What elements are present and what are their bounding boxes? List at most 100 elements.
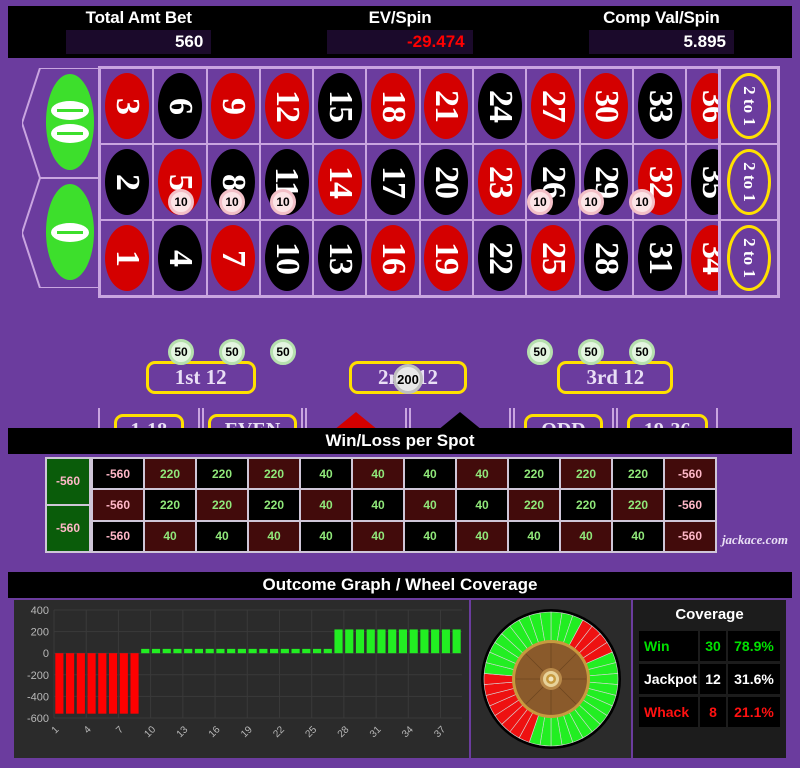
chip-200[interactable]: 200 bbox=[393, 364, 423, 394]
number-oval: 9 bbox=[211, 73, 256, 139]
chip-50[interactable]: 50 bbox=[527, 339, 553, 365]
stat-value: 5.895 bbox=[683, 32, 726, 51]
number-label: 33 bbox=[641, 90, 679, 122]
coverage-label: Win bbox=[639, 631, 698, 661]
winloss-cell: 40 bbox=[457, 490, 507, 520]
bet-cell-0[interactable] bbox=[40, 178, 100, 286]
bet-cell-2[interactable]: 2 bbox=[101, 145, 153, 219]
bet-cell-24[interactable]: 24 bbox=[474, 69, 526, 143]
chip-10[interactable]: 10 bbox=[270, 189, 296, 215]
bet-cell-6[interactable]: 6 bbox=[154, 69, 206, 143]
winloss-cell: -560 bbox=[665, 490, 715, 520]
bet-cell-23[interactable]: 23 bbox=[474, 145, 526, 219]
chip-10[interactable]: 10 bbox=[578, 189, 604, 215]
stat-value: -29.474 bbox=[406, 32, 465, 51]
bet-cell-28[interactable]: 28 bbox=[580, 221, 632, 295]
bet-cell-12[interactable]: 12 bbox=[260, 69, 313, 143]
column-bet-grid: 2 to 1 2 to 1 2 to 1 bbox=[718, 66, 780, 298]
number-oval: 13 bbox=[317, 225, 362, 291]
number-label: 7 bbox=[215, 250, 253, 266]
chip-50[interactable]: 50 bbox=[629, 339, 655, 365]
column-bet-label: 2 to 1 bbox=[740, 86, 760, 126]
bet-cell-00[interactable] bbox=[40, 68, 100, 176]
bet-cell-10[interactable]: 10 bbox=[260, 221, 313, 295]
dozen-bet-label: 3rd 12 bbox=[557, 360, 674, 394]
coverage-row-jackpot: Jackpot 12 31.6% bbox=[633, 664, 786, 697]
chip-10[interactable]: 10 bbox=[527, 189, 553, 215]
number-oval: 28 bbox=[584, 225, 629, 291]
winloss-cell: 220 bbox=[509, 490, 559, 520]
column-bets: 2 to 1 2 to 1 2 to 1 bbox=[718, 66, 780, 298]
winloss-zero-cell: -560 bbox=[47, 459, 89, 504]
winloss-cell: 40 bbox=[405, 490, 455, 520]
bet-cell-7[interactable]: 7 bbox=[207, 221, 259, 295]
winloss-cell: 40 bbox=[353, 521, 403, 551]
winloss-cell: 40 bbox=[561, 521, 611, 551]
winloss-cell: 220 bbox=[145, 459, 195, 489]
bet-cell-3[interactable]: 3 bbox=[101, 69, 153, 143]
wheel-coverage-graphic bbox=[471, 600, 631, 758]
chip-50[interactable]: 50 bbox=[270, 339, 296, 365]
number-label: 1 bbox=[108, 250, 146, 266]
bet-cell-25[interactable]: 25 bbox=[527, 221, 579, 295]
bet-cell-21[interactable]: 21 bbox=[420, 69, 473, 143]
bet-cell-18[interactable]: 18 bbox=[367, 69, 419, 143]
column-bet-ring: 2 to 1 bbox=[727, 73, 771, 139]
bet-cell-20[interactable]: 20 bbox=[420, 145, 473, 219]
number-oval: 24 bbox=[477, 73, 522, 139]
column-bet-1[interactable]: 2 to 1 bbox=[721, 69, 777, 143]
outcome-graph-title: Outcome Graph / Wheel Coverage bbox=[8, 572, 792, 598]
chip-50[interactable]: 50 bbox=[578, 339, 604, 365]
column-bet-ring: 2 to 1 bbox=[727, 149, 771, 215]
bet-cell-1[interactable]: 1 bbox=[101, 221, 153, 295]
chip-50[interactable]: 50 bbox=[168, 339, 194, 365]
stat-label: Total Amt Bet bbox=[85, 8, 192, 27]
bet-cell-15[interactable]: 15 bbox=[314, 69, 366, 143]
winloss-cell: 220 bbox=[561, 459, 611, 489]
svg-text:7: 7 bbox=[114, 724, 126, 736]
bet-cell-30[interactable]: 30 bbox=[580, 69, 632, 143]
winloss-table: -560 -560 -560 220 220 220 40 40 40 40 220 220 220-… bbox=[45, 457, 717, 553]
svg-text:400: 400 bbox=[31, 605, 49, 617]
bet-cell-31[interactable]: 31 bbox=[633, 221, 686, 295]
bet-cell-22[interactable]: 22 bbox=[474, 221, 526, 295]
bet-cell-16[interactable]: 16 bbox=[367, 221, 419, 295]
dozen-bet-3[interactable]: 3rd 12 bbox=[513, 360, 718, 394]
bet-cell-14[interactable]: 14 bbox=[314, 145, 366, 219]
column-bet-3[interactable]: 2 to 1 bbox=[721, 221, 777, 295]
coverage-row-win: Win 30 78.9% bbox=[633, 631, 786, 664]
chip-10[interactable]: 10 bbox=[168, 189, 194, 215]
bet-cell-4[interactable]: 4 bbox=[154, 221, 206, 295]
stat-ev-per-spin: EV/Spin -29.474 bbox=[269, 6, 530, 58]
bet-cell-9[interactable]: 9 bbox=[207, 69, 259, 143]
winloss-grid: -560 220 220 220 40 40 40 40 220 220 220 -560 -560 22… bbox=[91, 457, 717, 553]
dozen-bet-1[interactable]: 1st 12 bbox=[98, 360, 303, 394]
coverage-label: Whack bbox=[639, 697, 698, 727]
bet-cell-13[interactable]: 13 bbox=[314, 221, 366, 295]
number-label: 28 bbox=[588, 242, 626, 274]
stat-value-box: 560 bbox=[66, 30, 212, 54]
bet-cell-33[interactable]: 33 bbox=[633, 69, 686, 143]
winloss-cell: -560 bbox=[93, 459, 143, 489]
svg-text:22: 22 bbox=[271, 724, 287, 740]
number-label: 25 bbox=[535, 242, 573, 274]
winloss-zero-cell: -560 bbox=[47, 505, 89, 551]
svg-text:10: 10 bbox=[142, 724, 158, 740]
chip-10[interactable]: 10 bbox=[219, 189, 245, 215]
winloss-cell: 220 bbox=[197, 490, 247, 520]
number-label: 12 bbox=[268, 90, 306, 122]
number-oval: 10 bbox=[264, 225, 309, 291]
winloss-cell: 40 bbox=[405, 459, 455, 489]
number-label: 6 bbox=[161, 98, 199, 114]
winloss-cell: 40 bbox=[301, 459, 351, 489]
brand-watermark: jackace.com bbox=[721, 532, 788, 547]
zero-glyph-icon bbox=[51, 101, 89, 120]
number-oval: 23 bbox=[477, 149, 522, 215]
bet-cell-27[interactable]: 27 bbox=[527, 69, 579, 143]
number-label: 3 bbox=[108, 98, 146, 114]
bet-cell-19[interactable]: 19 bbox=[420, 221, 473, 295]
bet-cell-17[interactable]: 17 bbox=[367, 145, 419, 219]
chip-50[interactable]: 50 bbox=[219, 339, 245, 365]
chip-10[interactable]: 10 bbox=[629, 189, 655, 215]
column-bet-2[interactable]: 2 to 1 bbox=[721, 145, 777, 219]
